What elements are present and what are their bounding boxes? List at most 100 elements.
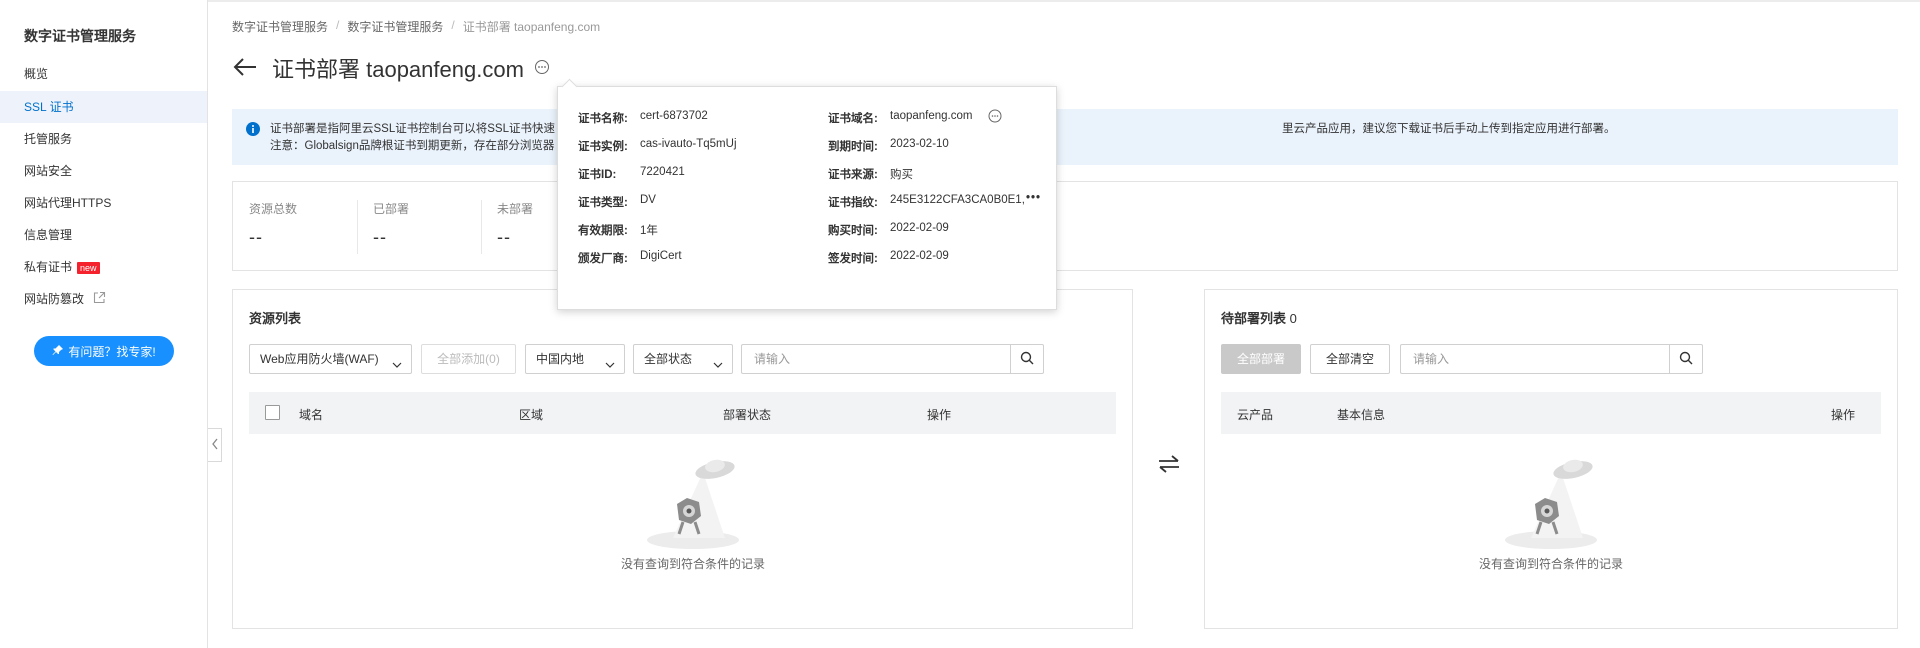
detail-value: 2022-02-09 [890, 250, 949, 262]
stat-value: -- [249, 227, 263, 247]
more-info-icon[interactable] [534, 59, 550, 78]
detail-value: 245E3122CFA3CA0B0E1, [890, 194, 1025, 206]
stats-card: 资源总数 -- 已部署 -- 未部署 -- [232, 181, 1898, 271]
product-select[interactable]: Web应用防火墙(WAF) [249, 344, 412, 374]
panel-title: 待部署列表 0 [1221, 308, 1297, 327]
select-value: 全部状态 [644, 352, 693, 366]
page-title: 证书部署 taopanfeng.com [272, 57, 524, 82]
detail-value: cert-6873702 [640, 110, 708, 122]
detail-value: 7220421 [640, 166, 685, 178]
pending-search-button[interactable] [1669, 344, 1703, 374]
status-select[interactable]: 全部状态 [633, 344, 733, 374]
column-header: 基本信息 [1337, 408, 1386, 422]
stat-label: 已部署 [373, 202, 410, 216]
detail-key: 购买时间: [828, 225, 878, 237]
breadcrumb: 数字证书管理服务 / 数字证书管理服务 / 证书部署 taopanfeng.co… [232, 18, 600, 35]
sidebar-item-info[interactable]: 信息管理 [0, 219, 207, 251]
detail-key: 证书指纹: [828, 197, 878, 209]
sidebar-collapse-handle[interactable] [208, 428, 222, 462]
empty-ufo-illustration [1401, 452, 1701, 555]
chevron-down-icon [604, 353, 616, 381]
breadcrumb-separator: / [451, 18, 455, 32]
sidebar-item-private-cert[interactable]: 私有证书 new [0, 251, 207, 283]
breadcrumb-separator: / [336, 18, 340, 32]
column-header: 操作 [927, 408, 952, 422]
more-domains-icon[interactable] [988, 109, 1002, 126]
sidebar: 数字证书管理服务 概览 SSL 证书 托管服务 网站安全 网站代理HTTPS 信… [0, 0, 208, 648]
add-all-button[interactable]: 全部添加(0) [421, 344, 516, 374]
more-dots-icon[interactable]: ••• [1026, 192, 1041, 204]
column-header: 部署状态 [723, 408, 772, 422]
resource-list-panel: 资源列表 Web应用防火墙(WAF) 全部添加(0) 中国内地 全部状态 请输入… [232, 289, 1133, 629]
top-progress-line [0, 0, 1920, 2]
chevron-down-icon [391, 353, 403, 381]
divider [357, 200, 358, 254]
pin-icon [52, 344, 64, 359]
detail-value: 2022-02-09 [890, 222, 949, 234]
empty-state-text: 没有查询到符合条件的记录 [620, 557, 765, 571]
divider [481, 200, 482, 254]
page-header: 证书部署 taopanfeng.com [232, 52, 550, 84]
sidebar-title: 数字证书管理服务 [24, 28, 136, 44]
pending-list-panel: 待部署列表 0 全部部署 全部清空 请输入 云产品 基本信息 操作 没有查询到符… [1204, 289, 1898, 629]
sidebar-item-label: 概览 [24, 67, 49, 81]
detail-value: 1年 [640, 225, 658, 237]
clear-all-button[interactable]: 全部清空 [1310, 344, 1390, 374]
help-expert-button[interactable]: 有问题？找专家! [34, 336, 174, 366]
detail-key: 证书实例: [578, 141, 628, 153]
resource-search-button[interactable] [1010, 344, 1044, 374]
sidebar-item-proxy-https[interactable]: 网站代理HTTPS [0, 187, 207, 219]
deploy-all-button[interactable]: 全部部署 [1221, 344, 1301, 374]
empty-state: 没有查询到符合条件的记录 [543, 452, 843, 572]
new-badge: new [77, 261, 100, 274]
sidebar-item-hosting[interactable]: 托管服务 [0, 123, 207, 155]
detail-key: 到期时间: [828, 141, 878, 153]
stat-label: 资源总数 [249, 202, 298, 216]
detail-value: 2023-02-10 [890, 138, 949, 150]
stat-total: 资源总数 -- [249, 200, 359, 254]
sidebar-item-label: SSL 证书 [24, 100, 74, 114]
select-all-checkbox[interactable] [265, 405, 280, 420]
region-select[interactable]: 中国内地 [525, 344, 625, 374]
panel-title: 资源列表 [249, 311, 302, 326]
breadcrumb-item[interactable]: 数字证书管理服务 [347, 18, 443, 35]
chevron-down-icon [712, 353, 724, 381]
resource-table-header: 域名 区域 部署状态 操作 [249, 392, 1116, 434]
empty-ufo-illustration [543, 452, 843, 555]
search-icon [1679, 351, 1693, 368]
back-arrow-icon[interactable] [232, 57, 258, 80]
chevron-left-icon [211, 437, 219, 454]
detail-value: cas-ivauto-Tq5mUj [640, 138, 737, 150]
sidebar-item-label: 信息管理 [24, 228, 73, 242]
sidebar-item-label: 托管服务 [24, 132, 73, 146]
column-header: 云产品 [1237, 408, 1274, 422]
detail-key: 颁发厂商: [578, 253, 628, 265]
external-link-icon [93, 284, 106, 316]
column-header: 区域 [519, 408, 544, 422]
info-notice: 证书部署是指阿里云SSL证书控制台可以将SSL证书快速 注意：Globalsig… [232, 109, 1898, 165]
breadcrumb-current: 证书部署 taopanfeng.com [462, 20, 601, 34]
stat-value: -- [373, 227, 387, 247]
info-icon [246, 122, 260, 142]
column-header: 操作 [1831, 408, 1856, 422]
sidebar-item-ssl[interactable]: SSL 证书 [0, 91, 207, 123]
detail-key: 证书类型: [578, 197, 628, 209]
stat-deployed: 已部署 -- [373, 200, 483, 254]
sidebar-item-label: 网站安全 [24, 164, 73, 178]
detail-key: 证书ID: [578, 169, 617, 181]
sidebar-item-overview[interactable]: 概览 [0, 58, 207, 90]
breadcrumb-item[interactable]: 数字证书管理服务 [232, 18, 328, 35]
certificate-details-popover: 证书名称: cert-6873702 证书实例: cas-ivauto-Tq5mUj… [557, 86, 1057, 310]
sidebar-item-site-security[interactable]: 网站安全 [0, 155, 207, 187]
search-icon [1020, 351, 1034, 368]
swap-arrows-icon [1157, 452, 1181, 479]
notice-line-1-tail: 里云产品应用，建议您下载证书后手动上传到指定应用进行部署。 [1282, 123, 1616, 135]
pending-search-input[interactable]: 请输入 [1400, 344, 1670, 374]
detail-key: 证书来源: [828, 169, 878, 181]
column-header: 域名 [299, 408, 324, 422]
sidebar-item-tamper-proof[interactable]: 网站防篡改 [0, 283, 207, 315]
resource-search-input[interactable]: 请输入 [741, 344, 1011, 374]
select-value: Web应用防火墙(WAF) [260, 352, 379, 366]
detail-key: 签发时间: [828, 253, 878, 265]
empty-state: 没有查询到符合条件的记录 [1401, 452, 1701, 572]
